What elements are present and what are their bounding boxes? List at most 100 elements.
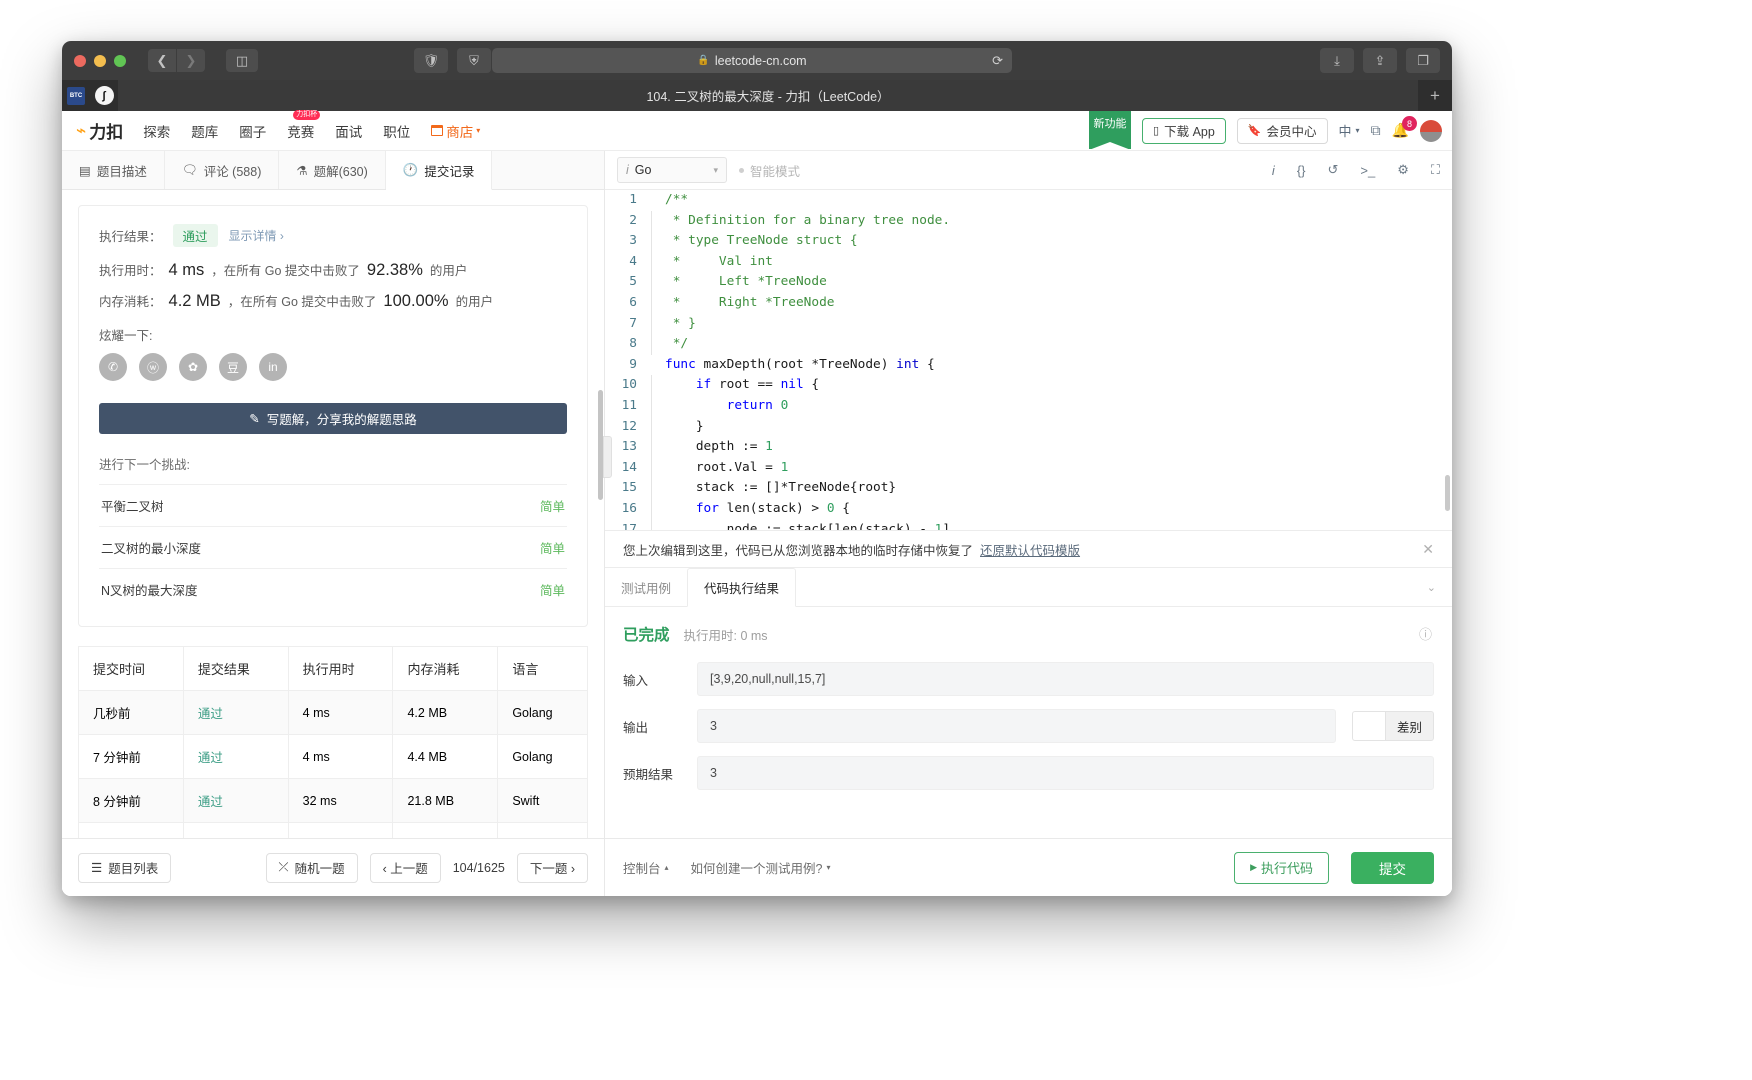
console-icon[interactable]: >_ xyxy=(1360,163,1375,178)
nav-item-problems[interactable]: 题库 xyxy=(191,121,218,141)
expected-value: 3 xyxy=(697,756,1434,790)
language-selector[interactable]: 中 ▾ xyxy=(1339,121,1360,140)
reader-icon[interactable]: 🛡 xyxy=(414,48,448,73)
cell-result[interactable]: 通过 xyxy=(182,734,289,779)
runtime-text-b: 的用户 xyxy=(429,264,468,278)
code-line-text: func maxDepth(root *TreeNode) int { xyxy=(665,356,935,372)
next-problem-button[interactable]: 下一题 › xyxy=(516,852,588,883)
console-label: 控制台 xyxy=(623,862,661,876)
download-app-button[interactable]: ▯ 下载 App xyxy=(1142,117,1226,144)
nav-item-contest[interactable]: 力扣杯 竞赛 xyxy=(287,109,321,141)
window-controls[interactable] xyxy=(74,54,126,67)
code-line: 12 } xyxy=(605,416,1452,438)
code-line-text: * Left *TreeNode xyxy=(651,272,1452,293)
active-tab[interactable]: 104. 二叉树的最大深度 - 力扣（LeetCode） xyxy=(118,80,1418,111)
tab-submissions[interactable]: 🕐 提交记录 xyxy=(385,151,493,190)
code-line-text: */ xyxy=(651,334,1452,355)
avatar[interactable] xyxy=(1420,119,1442,142)
random-problem-button[interactable]: ⤫ 随机一题 xyxy=(265,852,358,883)
new-tab-button[interactable]: + xyxy=(1418,80,1452,111)
restore-default-template-link[interactable]: 还原默认代码模版 xyxy=(980,540,1080,559)
write-solution-button[interactable]: ✎ 写题解，分享我的解题思路 xyxy=(99,403,567,434)
fullscreen-icon[interactable]: ⛶ xyxy=(1431,162,1440,178)
info-icon[interactable]: i xyxy=(1272,163,1275,178)
tab-overview-icon[interactable]: ❐ xyxy=(1406,48,1440,73)
shield-icon[interactable]: ⛨ xyxy=(457,48,491,73)
cell-runtime: 32 ms xyxy=(287,778,394,823)
table-row[interactable]: 8 分钟前 通过 32 ms 21.8 MB Swift xyxy=(78,778,588,823)
code-line-text: stack := []*TreeNode{root} xyxy=(651,478,1452,499)
table-row[interactable]: 9 分钟前 通过 48 ms 21.6 MB Swift xyxy=(78,822,588,838)
favicon-leetcode-tab[interactable]: ʃ xyxy=(90,80,118,111)
prev-problem-button[interactable]: ‹ 上一题 xyxy=(369,852,441,883)
cell-result[interactable]: 通过 xyxy=(182,690,289,735)
tab-execution-result[interactable]: 代码执行结果 xyxy=(687,568,797,607)
leetcode-logo[interactable]: ⌁ 力扣 xyxy=(76,118,123,143)
code-line: 17 node := stack[len(stack) - 1] xyxy=(605,519,1452,530)
close-icon[interactable]: ✕ xyxy=(1422,541,1434,558)
challenge-row[interactable]: 平衡二叉树 简单 xyxy=(99,484,567,526)
language-select[interactable]: i Go ▾ xyxy=(617,157,727,183)
reload-icon[interactable]: ⟳ xyxy=(992,53,1003,69)
web-page: ⌁ 力扣 探索 题库 圈子 力扣杯 竞赛 面试 职位 商店 ▾ 新功能 ▯ 下载… xyxy=(62,109,1452,896)
question-circle-icon[interactable]: ⓘ xyxy=(1419,624,1432,643)
downloads-icon[interactable]: ⤓ xyxy=(1320,48,1354,73)
close-window-button[interactable] xyxy=(74,54,86,67)
nav-item-explore[interactable]: 探索 xyxy=(143,121,170,141)
address-bar[interactable]: 🔒 leetcode-cn.com ⟳ xyxy=(492,48,1012,73)
tab-testcase[interactable]: 测试用例 xyxy=(605,568,687,606)
sidebar-toggle-icon[interactable]: ◫ xyxy=(226,49,258,72)
table-row[interactable]: 7 分钟前 通过 4 ms 4.4 MB Golang xyxy=(78,734,588,779)
back-icon[interactable]: ❮ xyxy=(148,49,176,72)
qzone-icon[interactable]: ✿ xyxy=(179,353,207,381)
reset-icon[interactable]: ↺ xyxy=(1328,162,1339,178)
tab-comments[interactable]: 🗨 评论 (588) xyxy=(165,151,280,189)
nav-item-circle[interactable]: 圈子 xyxy=(239,121,266,141)
table-header-row: 提交时间 提交结果 执行用时 内存消耗 语言 xyxy=(78,646,588,691)
favicon-btc-tab[interactable]: BTC xyxy=(62,80,90,111)
wechat-icon[interactable]: ✆ xyxy=(99,353,127,381)
code-line-text: return 0 xyxy=(651,395,1452,417)
tab-description[interactable]: ▤ 题目描述 xyxy=(62,151,165,189)
nav-item-interview[interactable]: 面试 xyxy=(335,121,362,141)
nav-label: 竞赛 xyxy=(287,124,315,140)
smart-mode-toggle[interactable]: 智能模式 xyxy=(739,161,800,180)
tab-solutions[interactable]: ⚗ 题解(630) xyxy=(279,151,386,189)
code-line: 11 return 0 xyxy=(605,395,1452,417)
code-content[interactable]: 1 /** 2 * Definition for a binary tree nod… xyxy=(605,190,1452,530)
format-braces-icon[interactable]: {} xyxy=(1297,163,1306,178)
notifications-button[interactable]: 🔔 8 xyxy=(1392,116,1417,139)
new-feature-ribbon[interactable]: 新功能 xyxy=(1089,111,1132,150)
settings-icon[interactable]: ⚙ xyxy=(1397,162,1409,178)
linkedin-icon[interactable]: in xyxy=(259,353,287,381)
table-row[interactable]: 几秒前 通过 4 ms 4.2 MB Golang xyxy=(78,690,588,735)
forward-icon[interactable]: ❯ xyxy=(177,49,205,72)
navigation-buttons[interactable]: ❮ ❯ xyxy=(148,49,205,72)
challenge-row[interactable]: N叉树的最大深度 简单 xyxy=(99,568,567,610)
playground-icon[interactable]: ⧉ xyxy=(1371,122,1381,139)
minimize-window-button[interactable] xyxy=(94,54,106,67)
cell-result[interactable]: 通过 xyxy=(182,778,289,823)
editor-scrollbar[interactable] xyxy=(1445,475,1450,511)
code-editor[interactable]: 1 /** 2 * Definition for a binary tree nod… xyxy=(605,190,1452,530)
douban-icon[interactable]: 豆 xyxy=(219,353,247,381)
console-toggle[interactable]: 控制台 ▴ xyxy=(623,858,669,877)
challenge-row[interactable]: 二叉树的最小深度 简单 xyxy=(99,526,567,568)
how-to-testcase-link[interactable]: 如何创建一个测试用例? ▾ xyxy=(691,858,831,877)
run-code-button[interactable]: ▶ 执行代码 xyxy=(1234,851,1329,884)
cell-result[interactable]: 通过 xyxy=(182,822,289,838)
show-detail-link[interactable]: 显示详情 › xyxy=(229,227,284,244)
nav-item-jobs[interactable]: 职位 xyxy=(383,121,410,141)
nav-item-shop[interactable]: 商店 ▾ xyxy=(431,121,480,141)
contest-badge: 力扣杯 xyxy=(293,109,321,121)
panel-collapse-handle[interactable] xyxy=(603,436,612,478)
diff-checkbox[interactable] xyxy=(1351,711,1386,741)
submit-button[interactable]: 提交 xyxy=(1351,851,1434,884)
member-center-button[interactable]: 🔖 会员中心 xyxy=(1236,117,1328,144)
problem-list-button[interactable]: ☰ 题目列表 xyxy=(78,852,172,883)
share-icon[interactable]: ⇪ xyxy=(1363,48,1397,73)
maximize-window-button[interactable] xyxy=(114,54,126,67)
diff-toggle[interactable]: 差别 xyxy=(1351,711,1434,741)
weibo-icon[interactable]: ⓦ xyxy=(139,353,167,381)
collapse-panel-icon[interactable]: ⌄ xyxy=(1411,568,1452,606)
